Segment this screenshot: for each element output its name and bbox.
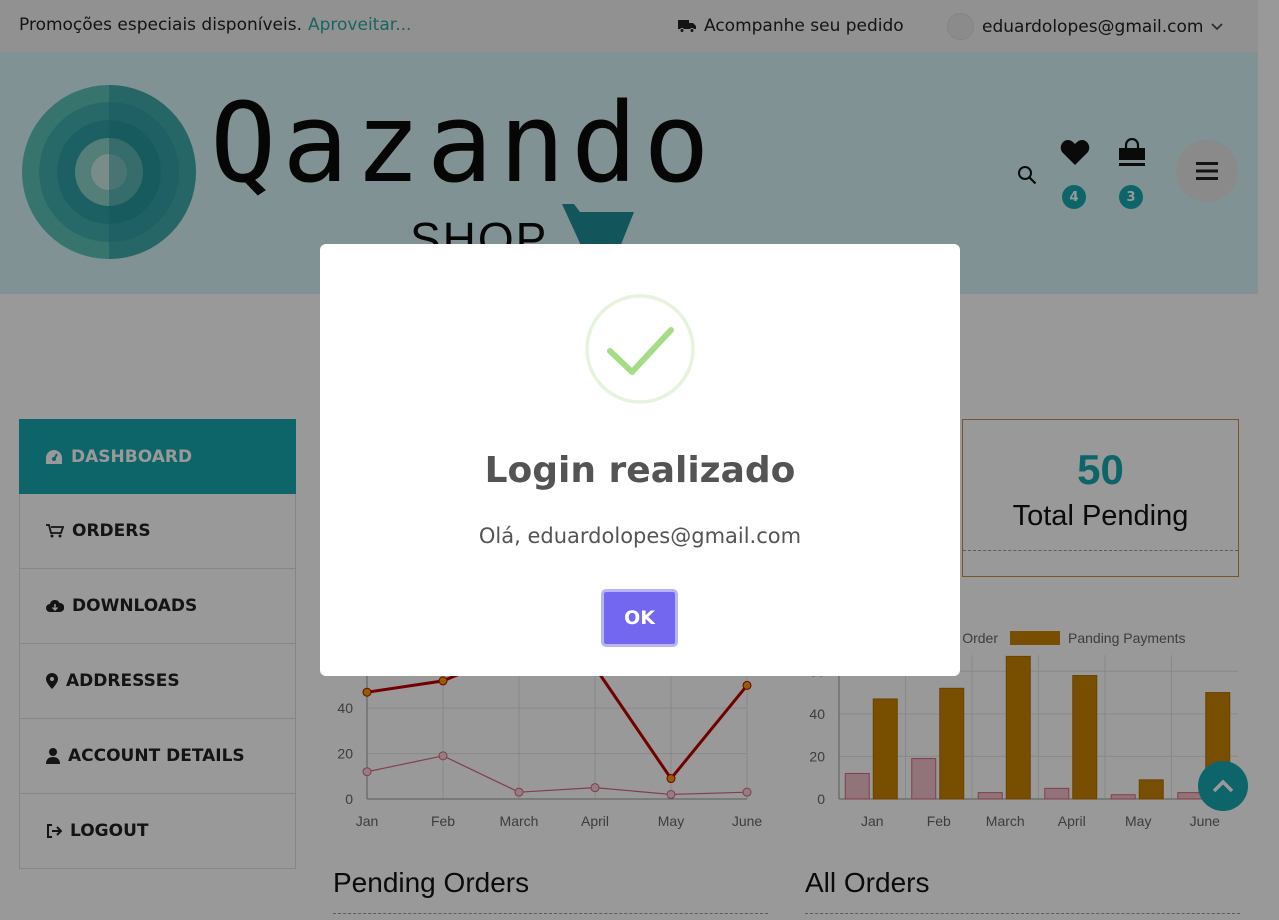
dialog-title: Login realizado (484, 450, 796, 491)
ok-button[interactable]: OK (601, 589, 678, 647)
login-success-dialog: Login realizado Olá, eduardolopes@gmail.… (320, 244, 960, 676)
success-check-icon (585, 294, 695, 404)
dialog-message: Olá, eduardolopes@gmail.com (478, 524, 802, 548)
